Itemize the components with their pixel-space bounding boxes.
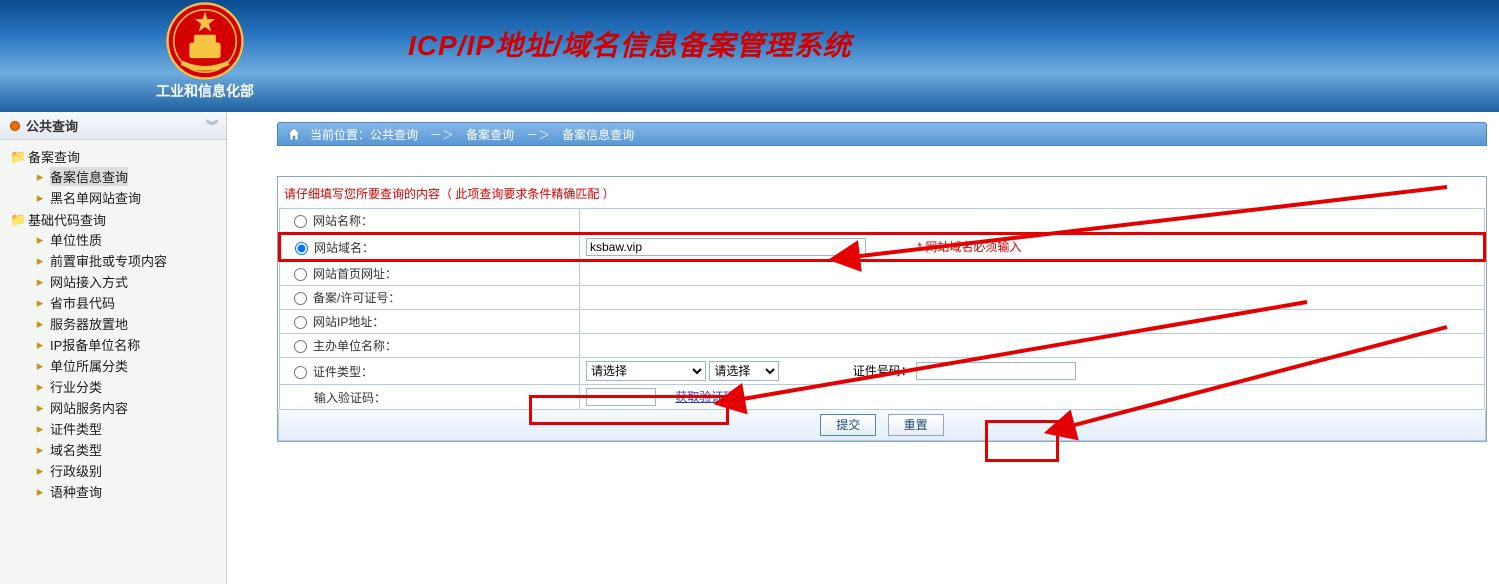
document-icon: ▸: [32, 421, 48, 437]
sidebar-group[interactable]: 📁备案查询▸备案信息查询▸黑名单网站查询: [6, 146, 226, 209]
document-icon: ▸: [32, 358, 48, 374]
document-icon: ▸: [32, 400, 48, 416]
input-cert-no[interactable]: [916, 362, 1076, 380]
sidebar-item-label: 服务器放置地: [50, 314, 128, 333]
form-note: 请仔细填写您所要查询的内容（ 此项查询要求条件精确匹配 ）: [278, 177, 1486, 208]
breadcrumb-item-2[interactable]: 备案信息查询: [562, 126, 634, 143]
sidebar-item-label: 单位所属分类: [50, 356, 128, 375]
national-emblem-icon: [166, 2, 244, 80]
sidebar-item[interactable]: ▸网站接入方式: [32, 271, 226, 292]
sidebar-item-label: 域名类型: [50, 440, 102, 459]
bullet-icon: [10, 121, 20, 131]
document-icon: ▸: [32, 337, 48, 353]
select-cert-type-1[interactable]: 请选择: [586, 361, 706, 381]
document-icon: ▸: [32, 295, 48, 311]
sidebar-group[interactable]: 📁基础代码查询▸单位性质▸前置审批或专项内容▸网站接入方式▸省市县代码▸服务器放…: [6, 209, 226, 503]
label-cert-type: 证件类型：: [313, 365, 373, 379]
label-site-name: 网站名称：: [313, 214, 373, 228]
sidebar-heading: 公共查询: [26, 119, 78, 134]
breadcrumb-sep-1: －＞: [526, 126, 550, 143]
document-icon: ▸: [32, 274, 48, 290]
main-content: 当前位置： 公共查询 －＞ 备案查询 －＞ 备案信息查询 请仔细填写您所要查询的…: [227, 112, 1499, 584]
sidebar-item[interactable]: ▸IP报备单位名称: [32, 334, 226, 355]
radio-cert-type[interactable]: [294, 366, 307, 379]
radio-record-no[interactable]: [294, 292, 307, 305]
breadcrumb-prefix: 当前位置：: [310, 126, 370, 143]
label-cert-no: 证件号码：: [853, 364, 913, 378]
query-form: 请仔细填写您所要查询的内容（ 此项查询要求条件精确匹配 ） 网站名称： 网站域名…: [277, 176, 1487, 442]
input-captcha[interactable]: [586, 388, 656, 406]
document-icon: ▸: [32, 253, 48, 269]
label-site-homepage: 网站首页网址：: [313, 267, 397, 281]
label-site-domain: 网站域名：: [314, 241, 374, 255]
radio-sponsor-name[interactable]: [294, 340, 307, 353]
radio-site-ip[interactable]: [294, 316, 307, 329]
sidebar-item[interactable]: ▸单位性质: [32, 229, 226, 250]
sidebar-item[interactable]: ▸证件类型: [32, 418, 226, 439]
sidebar-item-label: 省市县代码: [50, 293, 115, 312]
document-icon: ▸: [32, 232, 48, 248]
document-icon: ▸: [32, 484, 48, 500]
document-icon: ▸: [32, 190, 48, 206]
breadcrumb-item-1[interactable]: 备案查询: [466, 126, 514, 143]
breadcrumb-item-0[interactable]: 公共查询: [370, 126, 418, 143]
sidebar-item-label: 单位性质: [50, 230, 102, 249]
radio-site-homepage[interactable]: [294, 268, 307, 281]
folder-icon: 📁: [10, 212, 26, 228]
document-icon: ▸: [32, 316, 48, 332]
reset-button[interactable]: 重置: [888, 414, 944, 436]
app-header: 工业和信息化部 ICP/IP地址/域名信息备案管理系统: [0, 0, 1499, 112]
button-row: 提交 重置: [278, 410, 1486, 441]
sidebar-item-label: 前置审批或专项内容: [50, 251, 167, 270]
document-icon: ▸: [32, 463, 48, 479]
sidebar-item-label: 网站接入方式: [50, 272, 128, 291]
link-get-captcha[interactable]: 获取验证码: [675, 390, 735, 404]
sidebar-tree: 📁备案查询▸备案信息查询▸黑名单网站查询📁基础代码查询▸单位性质▸前置审批或专项…: [0, 140, 226, 503]
sidebar-item[interactable]: ▸服务器放置地: [32, 313, 226, 334]
sidebar-item-label: 备案信息查询: [50, 167, 128, 186]
sidebar-item-label: IP报备单位名称: [50, 335, 140, 354]
sidebar-item[interactable]: ▸行政级别: [32, 460, 226, 481]
national-emblem-block: 工业和信息化部: [155, 0, 255, 101]
sidebar-item[interactable]: ▸单位所属分类: [32, 355, 226, 376]
sidebar-item-label: 网站服务内容: [50, 398, 128, 417]
sidebar-item[interactable]: ▸语种查询: [32, 481, 226, 502]
sidebar-item-label: 黑名单网站查询: [50, 188, 141, 207]
breadcrumb-sep-0: －＞: [430, 126, 454, 143]
sidebar-item[interactable]: ▸行业分类: [32, 376, 226, 397]
sidebar-header[interactable]: 公共查询 ︾: [0, 112, 226, 140]
folder-icon: 📁: [10, 149, 26, 165]
select-cert-type-2[interactable]: 请选择: [709, 361, 779, 381]
sidebar-item-label: 证件类型: [50, 419, 102, 438]
document-icon: ▸: [32, 379, 48, 395]
sidebar-item-label: 行业分类: [50, 377, 102, 396]
document-icon: ▸: [32, 169, 48, 185]
chevron-down-icon: ︾: [206, 117, 216, 134]
system-title: ICP/IP地址/域名信息备案管理系统: [408, 24, 852, 64]
label-sponsor-name: 主办单位名称：: [313, 339, 397, 353]
sidebar-item[interactable]: ▸前置审批或专项内容: [32, 250, 226, 271]
radio-site-domain[interactable]: [295, 242, 308, 255]
sidebar-item[interactable]: ▸备案信息查询: [32, 166, 226, 187]
breadcrumb: 当前位置： 公共查询 －＞ 备案查询 －＞ 备案信息查询: [277, 122, 1487, 146]
sidebar-item-label: 行政级别: [50, 461, 102, 480]
home-icon: [286, 126, 302, 142]
radio-site-name[interactable]: [294, 215, 307, 228]
ministry-name: 工业和信息化部: [155, 81, 255, 101]
domain-required-msg: * 网站域名必须输入: [917, 240, 1021, 254]
sidebar-item[interactable]: ▸省市县代码: [32, 292, 226, 313]
sidebar-item[interactable]: ▸黑名单网站查询: [32, 187, 226, 208]
sidebar-item-label: 语种查询: [50, 482, 102, 501]
sidebar-item[interactable]: ▸域名类型: [32, 439, 226, 460]
label-captcha: 输入验证码：: [314, 391, 386, 405]
sidebar-group-label: 备案查询: [28, 147, 80, 166]
submit-button[interactable]: 提交: [820, 414, 876, 436]
document-icon: ▸: [32, 442, 48, 458]
label-site-ip: 网站IP地址：: [313, 315, 384, 329]
sidebar: 公共查询 ︾ 📁备案查询▸备案信息查询▸黑名单网站查询📁基础代码查询▸单位性质▸…: [0, 112, 227, 584]
label-record-no: 备案/许可证号：: [313, 291, 400, 305]
sidebar-item[interactable]: ▸网站服务内容: [32, 397, 226, 418]
sidebar-group-label: 基础代码查询: [28, 210, 106, 229]
input-site-domain[interactable]: [586, 238, 866, 256]
